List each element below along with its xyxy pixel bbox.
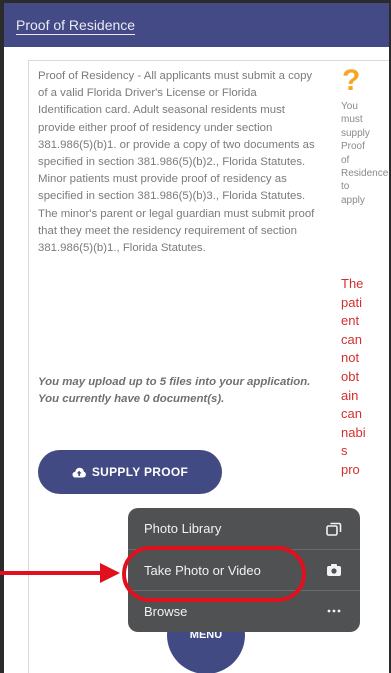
requirement-note: You must supply Proof of Residence to ap… [341,101,389,206]
eligibility-warning: The pati ent can not obt ain can nabi s … [341,276,366,477]
question-mark-icon: ? [342,64,361,97]
section-title[interactable]: Proof of Residence [16,17,136,35]
app-screen: Proof of Residence Proof of Residency - … [0,0,391,673]
upload-note: You may upload up to 5 files into your a… [38,376,311,406]
menu-item-label: Photo Library [144,521,222,536]
supply-proof-label: SUPPLY PROOF [91,465,189,479]
pointer-arrow-icon [100,563,120,583]
photo-library-icon [326,522,342,536]
supply-proof-button[interactable]: SUPPLY PROOF [38,450,222,494]
pointer-arrow-shaft [0,571,105,575]
menu-item-label: Browse [144,603,188,619]
highlight-ring [122,546,306,602]
residency-instructions: Proof of Residency - All applicants must… [38,70,315,255]
camera-icon [327,564,341,576]
section-header: Proof of Residence [4,3,389,47]
menu-item-photo-library[interactable]: Photo Library [128,508,360,549]
more-icon [327,609,341,613]
cloud-upload-icon [72,467,86,477]
